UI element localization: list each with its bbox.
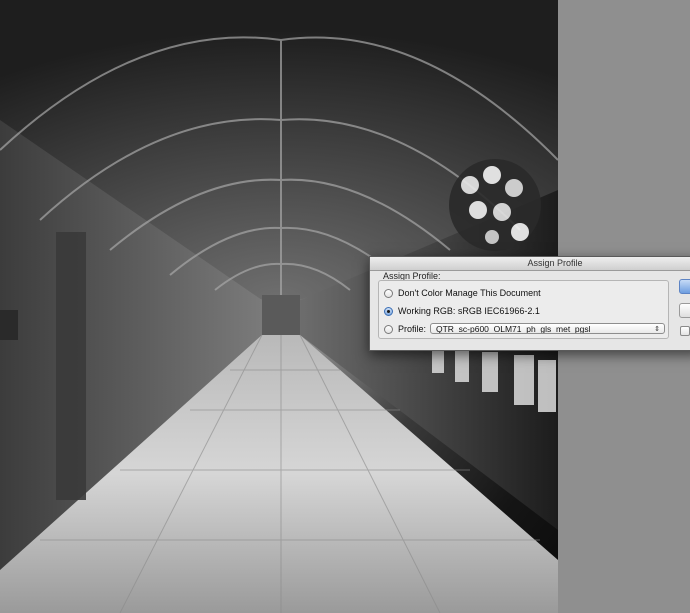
checkbox-icon[interactable] [680, 326, 690, 336]
option-profile[interactable]: Profile: [384, 322, 426, 336]
option-label: Working RGB: sRGB IEC61966-2.1 [398, 306, 540, 316]
cancel-button[interactable] [679, 303, 690, 318]
assign-profile-group: Don't Color Manage This Document Working… [378, 280, 669, 339]
option-working-rgb[interactable]: Working RGB: sRGB IEC61966-2.1 [384, 304, 540, 318]
assign-profile-dialog: Assign Profile Assign Profile: Don't Col… [369, 256, 690, 351]
profile-select[interactable]: QTR_sc-p600_OLM71_ph_gls_met_pgsl ⇕ [430, 323, 665, 334]
radio-icon[interactable] [384, 324, 393, 334]
option-label: Don't Color Manage This Document [398, 288, 541, 298]
ok-button[interactable] [679, 279, 690, 294]
option-dont-color-manage[interactable]: Don't Color Manage This Document [384, 286, 541, 300]
select-arrow-icon: ⇕ [654, 326, 660, 333]
profile-select-value: QTR_sc-p600_OLM71_ph_gls_met_pgsl [436, 324, 591, 334]
radio-icon[interactable] [384, 288, 393, 298]
option-label: Profile: [398, 324, 427, 334]
radio-icon[interactable] [384, 306, 393, 316]
dialog-title: Assign Profile [370, 257, 690, 271]
